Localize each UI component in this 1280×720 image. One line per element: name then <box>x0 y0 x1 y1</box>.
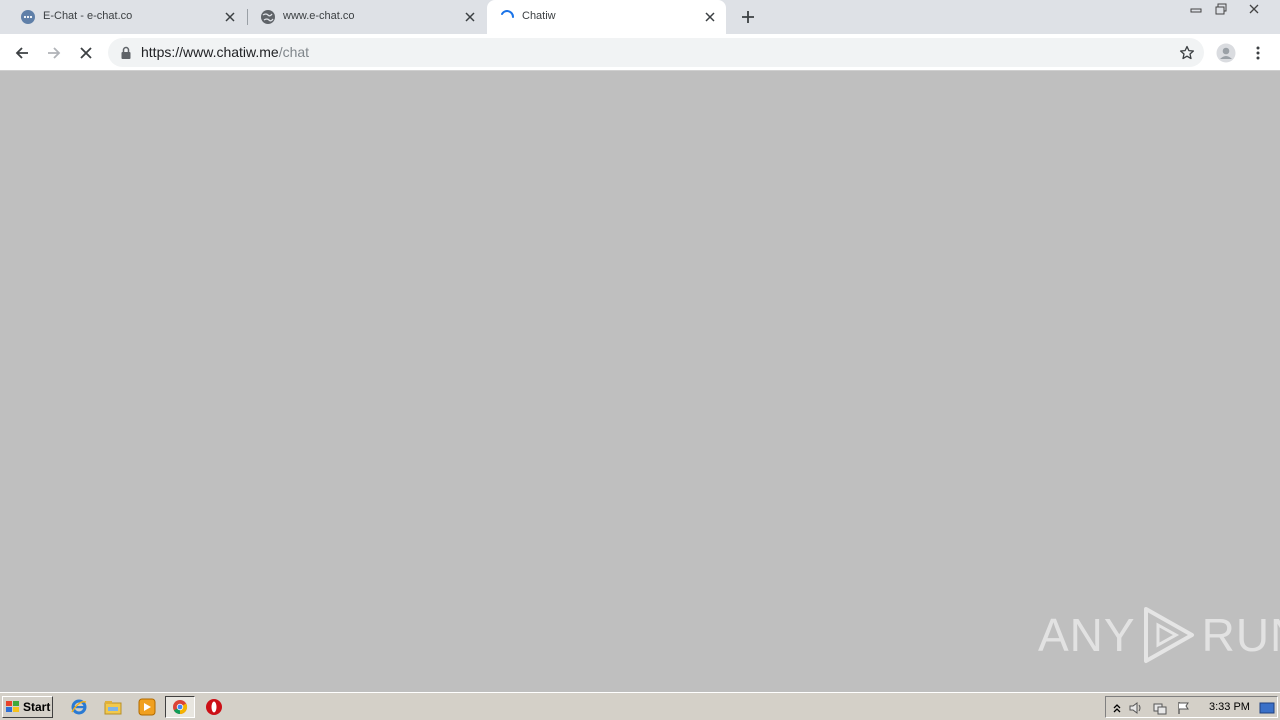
network-icon[interactable] <box>1152 700 1168 716</box>
close-window-button[interactable] <box>1234 0 1274 18</box>
internet-explorer-icon[interactable] <box>70 698 88 716</box>
restore-button[interactable] <box>1209 0 1233 18</box>
tab-www-echat[interactable]: www.e-chat.co <box>248 0 486 34</box>
windows-logo-icon <box>6 701 19 712</box>
back-button[interactable] <box>10 41 34 65</box>
start-label: Start <box>23 700 51 714</box>
screen: E-Chat - e-chat.co www.e-chat.co Chatiw <box>0 0 1280 720</box>
new-tab-button[interactable] <box>737 6 759 28</box>
anyrun-watermark: ANY RUN <box>1038 605 1280 665</box>
bookmark-star-icon[interactable] <box>1178 44 1196 62</box>
tab-close-icon[interactable] <box>702 9 718 25</box>
close-icon <box>80 47 92 59</box>
stop-loading-button[interactable] <box>74 41 98 65</box>
avatar-icon <box>1216 43 1236 63</box>
tab-strip: E-Chat - e-chat.co www.e-chat.co Chatiw <box>0 0 1280 34</box>
media-player-icon[interactable] <box>138 698 156 716</box>
profile-button[interactable] <box>1214 41 1238 65</box>
watermark-left: ANY <box>1038 609 1136 661</box>
lock-icon <box>121 46 131 59</box>
tab-echat[interactable]: E-Chat - e-chat.co <box>8 0 246 34</box>
url-host: https://www.chatiw.me <box>141 44 279 60</box>
opera-icon[interactable] <box>205 698 223 716</box>
url-path: /chat <box>278 44 310 60</box>
arrow-left-icon <box>15 47 28 59</box>
loading-spinner-icon <box>499 9 515 25</box>
play-logo-icon <box>1143 607 1194 663</box>
restore-icon <box>1215 3 1227 15</box>
start-button[interactable]: Start <box>2 696 53 718</box>
browser-toolbar: https://www.chatiw.me/chat <box>0 34 1280 71</box>
clock: 3:33 PM <box>1209 701 1250 713</box>
watermark-right: RUN <box>1201 609 1280 661</box>
forward-button[interactable] <box>42 41 66 65</box>
globe-icon <box>260 9 276 25</box>
menu-button[interactable] <box>1246 41 1270 65</box>
close-icon <box>1249 4 1259 14</box>
tab-title: E-Chat - e-chat.co <box>43 10 133 22</box>
page-content <box>0 71 1280 692</box>
minimize-button[interactable] <box>1184 0 1208 18</box>
system-tray: 3:33 PM <box>1105 696 1278 718</box>
minimize-icon <box>1190 8 1202 13</box>
file-explorer-icon[interactable] <box>104 698 122 716</box>
kebab-menu-icon <box>1256 46 1260 60</box>
tab-title: www.e-chat.co <box>283 10 355 22</box>
taskbar: Start 3:33 PM <box>0 692 1280 720</box>
tab-close-icon[interactable] <box>222 9 238 25</box>
tab-title: Chatiw <box>522 10 556 22</box>
url-text: https://www.chatiw.me/chat <box>141 44 309 60</box>
tab-chatiw[interactable]: Chatiw <box>487 0 726 34</box>
chrome-taskbar-button[interactable] <box>165 696 195 718</box>
speaker-icon[interactable] <box>1128 700 1144 716</box>
chrome-icon <box>173 700 188 715</box>
chevron-up-icon[interactable] <box>1109 700 1125 716</box>
address-bar[interactable]: https://www.chatiw.me/chat <box>108 38 1204 67</box>
flag-icon[interactable] <box>1176 700 1192 716</box>
dots-icon <box>20 9 36 25</box>
show-desktop-icon[interactable] <box>1259 700 1275 716</box>
arrow-right-icon <box>48 47 61 59</box>
tab-close-icon[interactable] <box>462 9 478 25</box>
plus-icon <box>742 11 754 23</box>
